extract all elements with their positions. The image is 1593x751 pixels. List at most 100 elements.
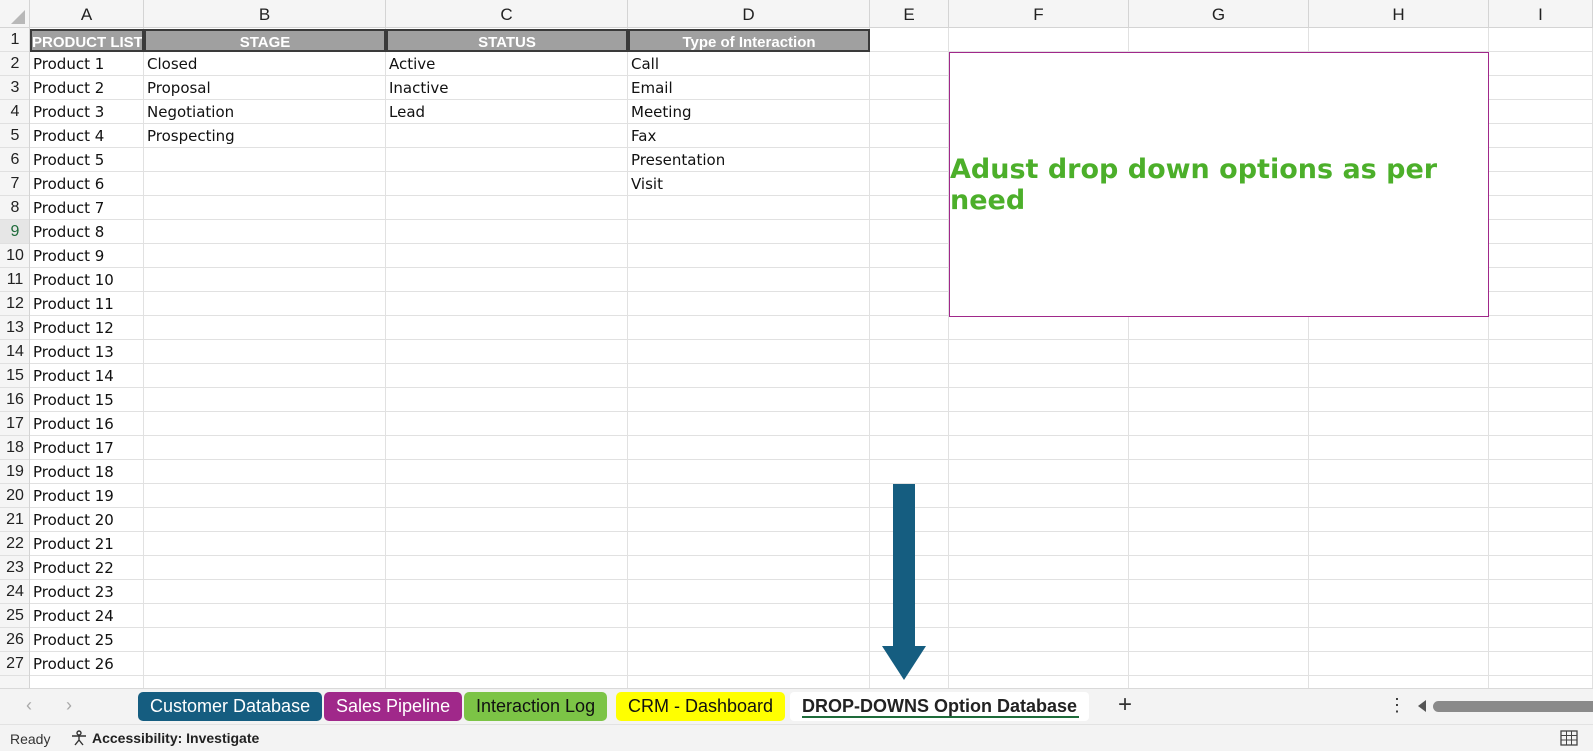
sheet-tab-sales-pipeline[interactable]: Sales Pipeline	[324, 692, 463, 721]
product-cell[interactable]: Product 25	[30, 628, 144, 652]
row-header-23[interactable]: 23	[0, 556, 29, 580]
horizontal-scrollbar[interactable]	[1418, 700, 1593, 713]
interaction-type-cell[interactable]: Presentation	[628, 148, 870, 172]
product-cell[interactable]: Product 23	[30, 580, 144, 604]
status-cell[interactable]: Inactive	[386, 76, 628, 100]
product-cell[interactable]: Product 17	[30, 436, 144, 460]
status-cell[interactable]: Lead	[386, 100, 628, 124]
add-sheet-button[interactable]: +	[1118, 691, 1132, 719]
product-cell[interactable]: Product 12	[30, 316, 144, 340]
row-header-1[interactable]: 1	[0, 28, 29, 52]
row-header-12[interactable]: 12	[0, 292, 29, 316]
stage-cell[interactable]: Proposal	[144, 76, 386, 100]
product-cell[interactable]: Product 6	[30, 172, 144, 196]
column-header-e[interactable]: E	[870, 0, 949, 28]
product-cell[interactable]: Product 19	[30, 484, 144, 508]
select-all-corner[interactable]	[0, 0, 30, 28]
stage-cell[interactable]: Negotiation	[144, 100, 386, 124]
product-cell[interactable]: Product 22	[30, 556, 144, 580]
product-cell[interactable]: Product 21	[30, 532, 144, 556]
product-cell[interactable]: Product 15	[30, 388, 144, 412]
column-header-g[interactable]: G	[1129, 0, 1309, 28]
row-header-10[interactable]: 10	[0, 244, 29, 268]
interaction-type-cell[interactable]: Call	[628, 52, 870, 76]
interaction-type-cell[interactable]: Visit	[628, 172, 870, 196]
row-header-26[interactable]: 26	[0, 628, 29, 652]
column-header-bar: ABCDEFGHI	[0, 0, 1593, 28]
row-header-21[interactable]: 21	[0, 508, 29, 532]
row-header-3[interactable]: 3	[0, 76, 29, 100]
row-header-15[interactable]: 15	[0, 364, 29, 388]
row-header-8[interactable]: 8	[0, 196, 29, 220]
product-cell[interactable]: Product 1	[30, 52, 144, 76]
product-cell[interactable]: Product 3	[30, 100, 144, 124]
status-cell[interactable]: Active	[386, 52, 628, 76]
interaction-type-cell[interactable]: Meeting	[628, 100, 870, 124]
product-cell[interactable]: Product 4	[30, 124, 144, 148]
instruction-note-text: Adust drop down options as per need	[950, 153, 1438, 216]
product-cell[interactable]: Product 14	[30, 364, 144, 388]
stage-cell[interactable]: Closed	[144, 52, 386, 76]
row-header-14[interactable]: 14	[0, 340, 29, 364]
accessibility-status[interactable]: Accessibility: Investigate	[70, 730, 259, 746]
column-header-d[interactable]: D	[628, 0, 870, 28]
header-cell-product-list[interactable]: PRODUCT LIST	[30, 29, 144, 52]
column-header-f[interactable]: F	[949, 0, 1129, 28]
sheet-tab-crm-dashboard[interactable]: CRM - Dashboard	[616, 692, 786, 721]
row-header-16[interactable]: 16	[0, 388, 29, 412]
header-cell-status[interactable]: STATUS	[386, 29, 628, 52]
product-cell[interactable]: Product 20	[30, 508, 144, 532]
row-header-17[interactable]: 17	[0, 412, 29, 436]
column-header-c[interactable]: C	[386, 0, 628, 28]
product-cell[interactable]: Product 8	[30, 220, 144, 244]
product-cell[interactable]: Product 18	[30, 460, 144, 484]
instruction-note-box[interactable]: Adust drop down options as per need	[949, 52, 1489, 317]
spreadsheet-window: ABCDEFGHI 1 2 3 4 5 6 7 8 9 10 11 12 13 14 15 16 17 18 19 2…	[0, 0, 1593, 751]
row-header-9[interactable]: 9	[0, 220, 29, 244]
scrollbar-thumb[interactable]	[1433, 701, 1593, 712]
product-cell[interactable]: Product 7	[30, 196, 144, 220]
status-bar: Ready Accessibility: Investigate	[0, 724, 1593, 751]
row-header-7[interactable]: 7	[0, 172, 29, 196]
row-header-27[interactable]: 27	[0, 652, 29, 676]
scroll-left-icon[interactable]	[1418, 700, 1426, 712]
interaction-type-cell[interactable]: Email	[628, 76, 870, 100]
row-header-2[interactable]: 2	[0, 52, 29, 76]
product-cell[interactable]: Product 26	[30, 652, 144, 676]
row-header-5[interactable]: 5	[0, 124, 29, 148]
product-cell[interactable]: Product 10	[30, 268, 144, 292]
product-cell[interactable]: Product 24	[30, 604, 144, 628]
stage-cell[interactable]: Prospecting	[144, 124, 386, 148]
product-cell[interactable]: Product 5	[30, 148, 144, 172]
column-header-h[interactable]: H	[1309, 0, 1489, 28]
row-header-25[interactable]: 25	[0, 604, 29, 628]
product-cell[interactable]: Product 13	[30, 340, 144, 364]
column-header-i[interactable]: I	[1489, 0, 1593, 28]
row-header-20[interactable]: 20	[0, 484, 29, 508]
product-cell[interactable]: Product 11	[30, 292, 144, 316]
down-arrow-icon	[882, 484, 926, 680]
row-header-6[interactable]: 6	[0, 148, 29, 172]
interaction-type-cell[interactable]: Fax	[628, 124, 870, 148]
row-header-19[interactable]: 19	[0, 460, 29, 484]
more-options-icon[interactable]: ⋮	[1388, 695, 1406, 716]
row-header-13[interactable]: 13	[0, 316, 29, 340]
normal-view-icon[interactable]	[1560, 730, 1578, 746]
row-header-18[interactable]: 18	[0, 436, 29, 460]
header-cell-type-of-interaction[interactable]: Type of Interaction	[628, 29, 870, 52]
product-cell[interactable]: Product 2	[30, 76, 144, 100]
sheet-tab-drop-downs-option-database[interactable]: DROP-DOWNS Option Database	[790, 692, 1090, 721]
scroll-tabs-left-icon[interactable]: ‹	[26, 695, 32, 716]
column-header-a[interactable]: A	[30, 0, 144, 28]
product-cell[interactable]: Product 9	[30, 244, 144, 268]
column-header-b[interactable]: B	[144, 0, 386, 28]
sheet-tab-customer-database[interactable]: Customer Database	[138, 692, 323, 721]
row-header-11[interactable]: 11	[0, 268, 29, 292]
row-header-4[interactable]: 4	[0, 100, 29, 124]
row-header-22[interactable]: 22	[0, 532, 29, 556]
scroll-tabs-right-icon[interactable]: ›	[66, 695, 72, 716]
sheet-tab-interaction-log[interactable]: Interaction Log	[464, 692, 608, 721]
header-cell-stage[interactable]: STAGE	[144, 29, 386, 52]
row-header-24[interactable]: 24	[0, 580, 29, 604]
product-cell[interactable]: Product 16	[30, 412, 144, 436]
